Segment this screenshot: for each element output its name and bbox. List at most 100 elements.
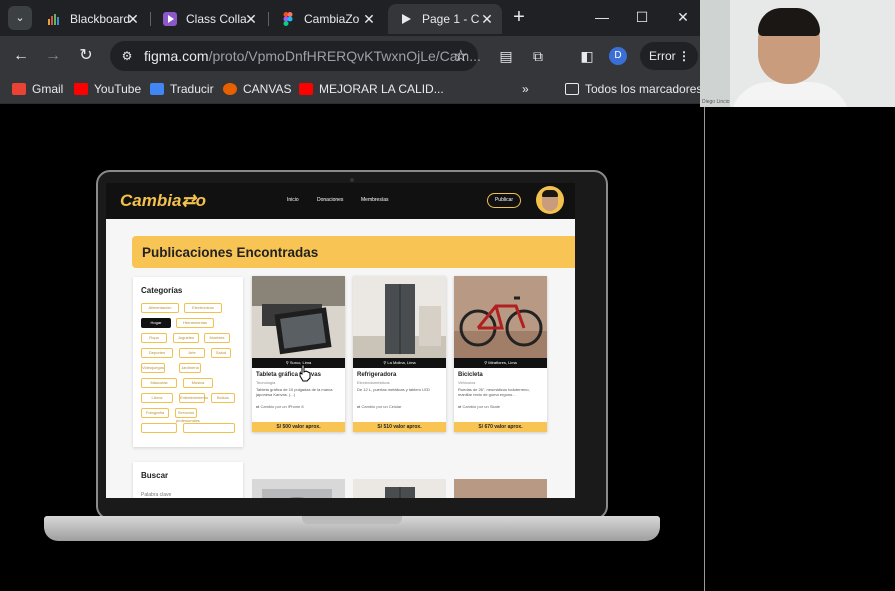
back-button[interactable]: ← [9, 44, 33, 68]
category-chip[interactable] [183, 423, 235, 433]
nav-donaciones[interactable]: Donaciones [317, 197, 343, 203]
listing-exchange: ⇄ Cambio por un Skate [458, 404, 501, 409]
listing-card-washer[interactable] [252, 479, 345, 498]
webcam-feed: Diego Lincio [700, 0, 895, 107]
bookmark-canvas[interactable]: CANVAS [223, 82, 291, 96]
folder-icon [565, 83, 579, 95]
listing-title: Bicicleta [458, 372, 483, 378]
category-chip[interactable]: Videojuegos [141, 363, 165, 373]
category-chip[interactable]: Música [183, 378, 213, 388]
bookmarks-bar: Gmail YouTube Traducir CANVAS MEJORAR LA… [0, 76, 702, 104]
close-icon[interactable]: ✕ [124, 10, 142, 28]
user-avatar[interactable] [536, 186, 564, 214]
category-chip[interactable]: Libros [141, 393, 173, 403]
category-chip-selected[interactable]: Hogar [141, 318, 171, 328]
listing-image-fridge [353, 276, 446, 358]
tab-class-collaborate[interactable]: Class Colla ✕ [152, 4, 266, 34]
category-chip[interactable]: Servicios profesionales [175, 408, 200, 423]
tab-search-button[interactable]: ⌄ [8, 6, 32, 30]
bookmark-mejorar[interactable]: MEJORAR LA CALID... [299, 82, 444, 96]
webcam-participant-label: Diego Lincio [702, 99, 730, 105]
close-window-button[interactable]: ✕ [671, 6, 695, 28]
nav-membresias[interactable]: Membresías [361, 197, 389, 203]
webcam-background [700, 0, 730, 107]
site-info-icon[interactable]: ⚙ [118, 47, 136, 65]
close-icon[interactable]: ✕ [478, 10, 496, 28]
forward-button[interactable]: → [41, 44, 65, 68]
search-input[interactable]: Palabra clave [141, 492, 171, 498]
listing-location: ⚲ Miraflores, Lima [454, 358, 547, 368]
category-chip[interactable]: Muebles [204, 333, 230, 343]
listing-title: Refrigeradora [357, 372, 397, 378]
profile-avatar[interactable]: D [609, 47, 627, 65]
battery-saver-icon[interactable]: ▤ [496, 46, 516, 66]
all-bookmarks[interactable]: Todos los marcadores [565, 82, 702, 96]
categories-panel: Categorías Alimentación Electrónicos Hog… [133, 277, 243, 447]
tab-separator [268, 12, 269, 26]
bookmark-youtube[interactable]: YouTube [74, 82, 141, 96]
category-chip[interactable]: Herramientas [176, 318, 214, 328]
category-chip[interactable]: Arte [179, 348, 205, 358]
more-bookmarks-chevron-icon[interactable]: » [522, 82, 529, 96]
browser-toolbar: ← → ↻ ⚙ figma.com/proto/VpmoDnfHRERQvKTw… [0, 36, 700, 76]
category-chip[interactable] [141, 423, 177, 433]
close-icon[interactable]: ✕ [360, 10, 378, 28]
tab-page-1[interactable]: Page 1 - C ✕ [388, 4, 502, 34]
category-chip[interactable]: Mascotas [141, 378, 177, 388]
category-chip[interactable]: Electrónicos [184, 303, 222, 313]
listing-category: Vehículos [458, 380, 476, 385]
category-chip[interactable]: Bolsos [211, 393, 235, 403]
listing-description: Tableta gráfica de 10 pulgadas de la mar… [256, 387, 333, 397]
listing-card-bicycle[interactable]: ⚲ Miraflores, Lima Bicicleta Vehículos R… [454, 276, 547, 432]
category-chip[interactable]: Alimentación [141, 303, 179, 313]
address-url: figma.com/proto/VpmoDnfHRERQvKTwxnOjLe/C… [144, 48, 481, 64]
publish-button[interactable]: Publicar [487, 193, 521, 208]
app-navbar: Cambia⇄o Inicio Donaciones Membresías Pu… [106, 183, 575, 219]
listing-image-tablet [252, 276, 345, 358]
address-bar[interactable]: ⚙ figma.com/proto/VpmoDnfHRERQvKTwxnOjLe… [110, 41, 481, 71]
maximize-button[interactable]: ☐ [630, 6, 654, 28]
category-chip[interactable]: Entretenimiento [179, 393, 208, 403]
category-chip[interactable]: Jardinería [179, 363, 201, 373]
youtube-icon [74, 83, 88, 95]
tab-bar: ⌄ Blackboard ✕ Class Colla ✕ CambiaZo ✕ … [0, 0, 700, 36]
listing-description: Ruedas de 26", neumáticos todoterreno, m… [458, 387, 530, 397]
listing-location: ⚲ La Molina, Lima [353, 358, 446, 368]
translate-icon [150, 83, 164, 95]
webcam-person-shirt [730, 82, 850, 107]
reload-button[interactable]: ↻ [74, 44, 98, 68]
page-title: Publicaciones Encontradas [142, 245, 319, 260]
listing-price: S/ 510 valor aprox. [353, 422, 446, 432]
side-panel-icon[interactable]: ◧ [577, 46, 597, 66]
tab-cambiazo[interactable]: CambiaZo ✕ [270, 4, 384, 34]
bookmark-star-icon[interactable]: ☆ [454, 46, 468, 66]
bookmark-gmail[interactable]: Gmail [12, 82, 63, 96]
listing-category: Tecnología [256, 380, 276, 385]
new-tab-button[interactable]: + [508, 6, 530, 28]
listing-card-tablet[interactable]: ⚲ Surco, Lima Tableta gráfica Kanvas Tec… [252, 276, 345, 432]
listing-image-bicycle [454, 276, 547, 358]
tab-blackboard[interactable]: Blackboard ✕ [36, 4, 148, 34]
category-chip[interactable]: Ropa [141, 333, 167, 343]
listing-card-bicycle-2[interactable] [454, 479, 547, 498]
extensions-icon[interactable]: ⧉ [528, 46, 548, 66]
blackboard-icon [48, 14, 59, 25]
category-chip[interactable]: Fotografía [141, 408, 169, 418]
bookmark-traducir[interactable]: Traducir [150, 82, 214, 96]
figma-icon [283, 12, 293, 26]
category-chip[interactable]: Juguetes [173, 333, 199, 343]
minimize-button[interactable]: — [590, 6, 614, 28]
error-menu-button[interactable]: Error ⋮ [640, 42, 698, 70]
listing-card-fridge-2[interactable] [353, 479, 446, 498]
category-chip[interactable]: Deportes [141, 348, 173, 358]
cambiazo-logo[interactable]: Cambia⇄o [120, 191, 206, 211]
panel-divider [704, 107, 705, 591]
category-chip[interactable]: Salud [211, 348, 231, 358]
screen-root: ⌄ Blackboard ✕ Class Colla ✕ CambiaZo ✕ … [0, 0, 895, 591]
webcam-person-hair [758, 8, 820, 36]
close-icon[interactable]: ✕ [242, 10, 260, 28]
listing-exchange: ⇄ Cambio por un iPhone 8 [256, 404, 304, 409]
listing-card-fridge[interactable]: ⚲ La Molina, Lima Refrigeradora Electrod… [353, 276, 446, 432]
canvas-icon [223, 83, 237, 95]
nav-inicio[interactable]: Inicio [287, 197, 299, 203]
